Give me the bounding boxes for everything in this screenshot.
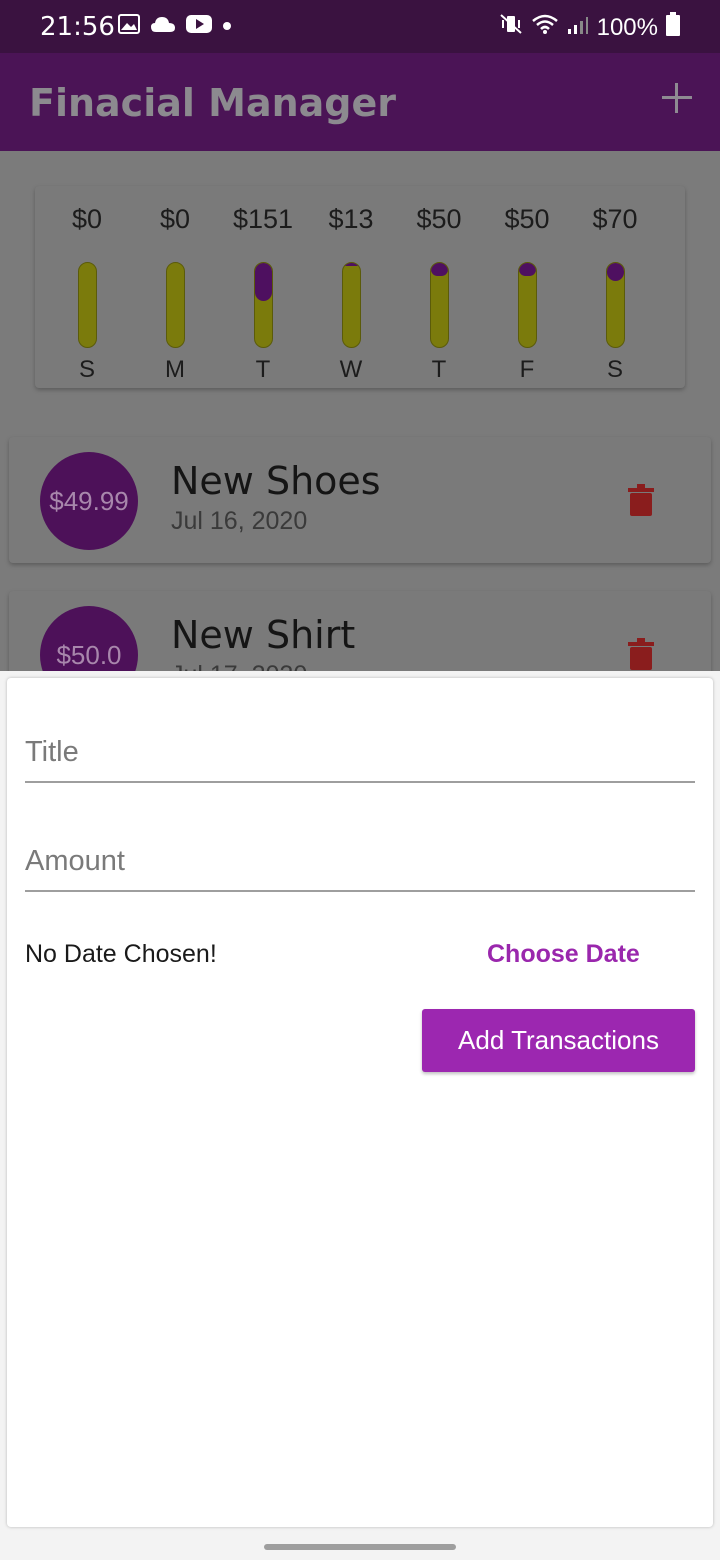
wifi-icon — [531, 13, 559, 42]
mute-vibrate-icon — [499, 13, 523, 42]
spending-bar-fill — [519, 263, 536, 276]
spending-bar — [606, 262, 625, 348]
transaction-title: New Shoes — [171, 459, 381, 503]
spending-bar — [342, 262, 361, 348]
day-label: T — [431, 356, 447, 383]
day-label: M — [165, 356, 185, 383]
spending-bar-fill — [255, 263, 272, 301]
chart-day-column: $0 M — [131, 204, 219, 383]
transaction-amount-avatar: $50.0 — [40, 606, 138, 671]
title-input[interactable] — [25, 723, 695, 781]
transaction-card: $49.99 New Shoes Jul 16, 2020 — [9, 437, 711, 563]
chart-day-column: $151 T — [219, 204, 307, 383]
app-bar: Finacial Manager — [0, 53, 720, 151]
day-amount: $13 — [328, 204, 374, 234]
day-amount: $0 — [71, 204, 103, 234]
day-label: T — [255, 356, 271, 383]
battery-percent: 100% — [596, 13, 658, 41]
transaction-card: $50.0 New Shirt Jul 17, 2020 — [9, 591, 711, 671]
dimmed-background[interactable]: $0 S $0 M $151 T $13 W $50 T $50 F $70 S $49.99 New S… — [0, 151, 720, 671]
transaction-date: Jul 16, 2020 — [171, 507, 308, 535]
status-time: 21:56 — [40, 12, 115, 42]
day-amount: $70 — [592, 204, 638, 234]
chart-day-column: $70 S — [571, 204, 659, 383]
battery-icon — [666, 12, 680, 43]
spending-bar — [254, 262, 273, 348]
weekly-chart-card: $0 S $0 M $151 T $13 W $50 T $50 F $70 S — [35, 186, 685, 388]
day-amount: $0 — [159, 204, 191, 234]
cloud-icon — [150, 15, 176, 38]
no-date-text: No Date Chosen! — [25, 940, 217, 968]
day-amount: $151 — [232, 204, 294, 234]
chart-day-column: $50 F — [483, 204, 571, 383]
signal-icon — [567, 14, 589, 42]
spending-bar-fill — [607, 263, 624, 281]
new-transaction-sheet: No Date Chosen! Choose Date Add Transact… — [7, 678, 713, 1527]
spending-bar — [78, 262, 97, 348]
chart-columns: $0 S $0 M $151 T $13 W $50 T $50 F $70 S — [51, 204, 673, 383]
add-transactions-button[interactable]: Add Transactions — [422, 1009, 695, 1072]
app-title: Finacial Manager — [29, 81, 396, 125]
transaction-amount-avatar: $49.99 — [40, 452, 138, 550]
status-icons-left — [118, 14, 232, 39]
spending-bar — [430, 262, 449, 348]
chart-day-column: $0 S — [43, 204, 131, 383]
amount-input[interactable] — [25, 832, 695, 890]
spending-bar-fill — [431, 263, 448, 276]
status-icons-right: 100% — [499, 12, 680, 43]
chart-day-column: $50 T — [395, 204, 483, 383]
spending-bar-fill — [343, 263, 360, 267]
title-field-container — [25, 723, 695, 783]
day-label: F — [519, 356, 535, 383]
day-label: W — [339, 356, 363, 383]
delete-icon[interactable] — [628, 638, 654, 670]
choose-date-button[interactable]: Choose Date — [487, 940, 640, 969]
delete-icon[interactable] — [628, 484, 654, 516]
plus-icon[interactable] — [662, 83, 692, 113]
transaction-title: New Shirt — [171, 613, 356, 657]
day-amount: $50 — [504, 204, 550, 234]
amount-field-container — [25, 832, 695, 892]
day-amount: $50 — [416, 204, 462, 234]
transaction-date: Jul 17, 2020 — [171, 661, 307, 671]
status-bar: 21:56 100% — [0, 0, 720, 53]
gesture-nav-bar[interactable] — [264, 1544, 456, 1550]
gallery-icon — [118, 14, 140, 39]
chart-day-column: $13 W — [307, 204, 395, 383]
day-label: S — [78, 356, 95, 383]
day-label: S — [606, 356, 623, 383]
spending-bar — [166, 262, 185, 348]
youtube-icon — [186, 14, 212, 39]
dot-icon — [222, 18, 232, 36]
spending-bar — [518, 262, 537, 348]
